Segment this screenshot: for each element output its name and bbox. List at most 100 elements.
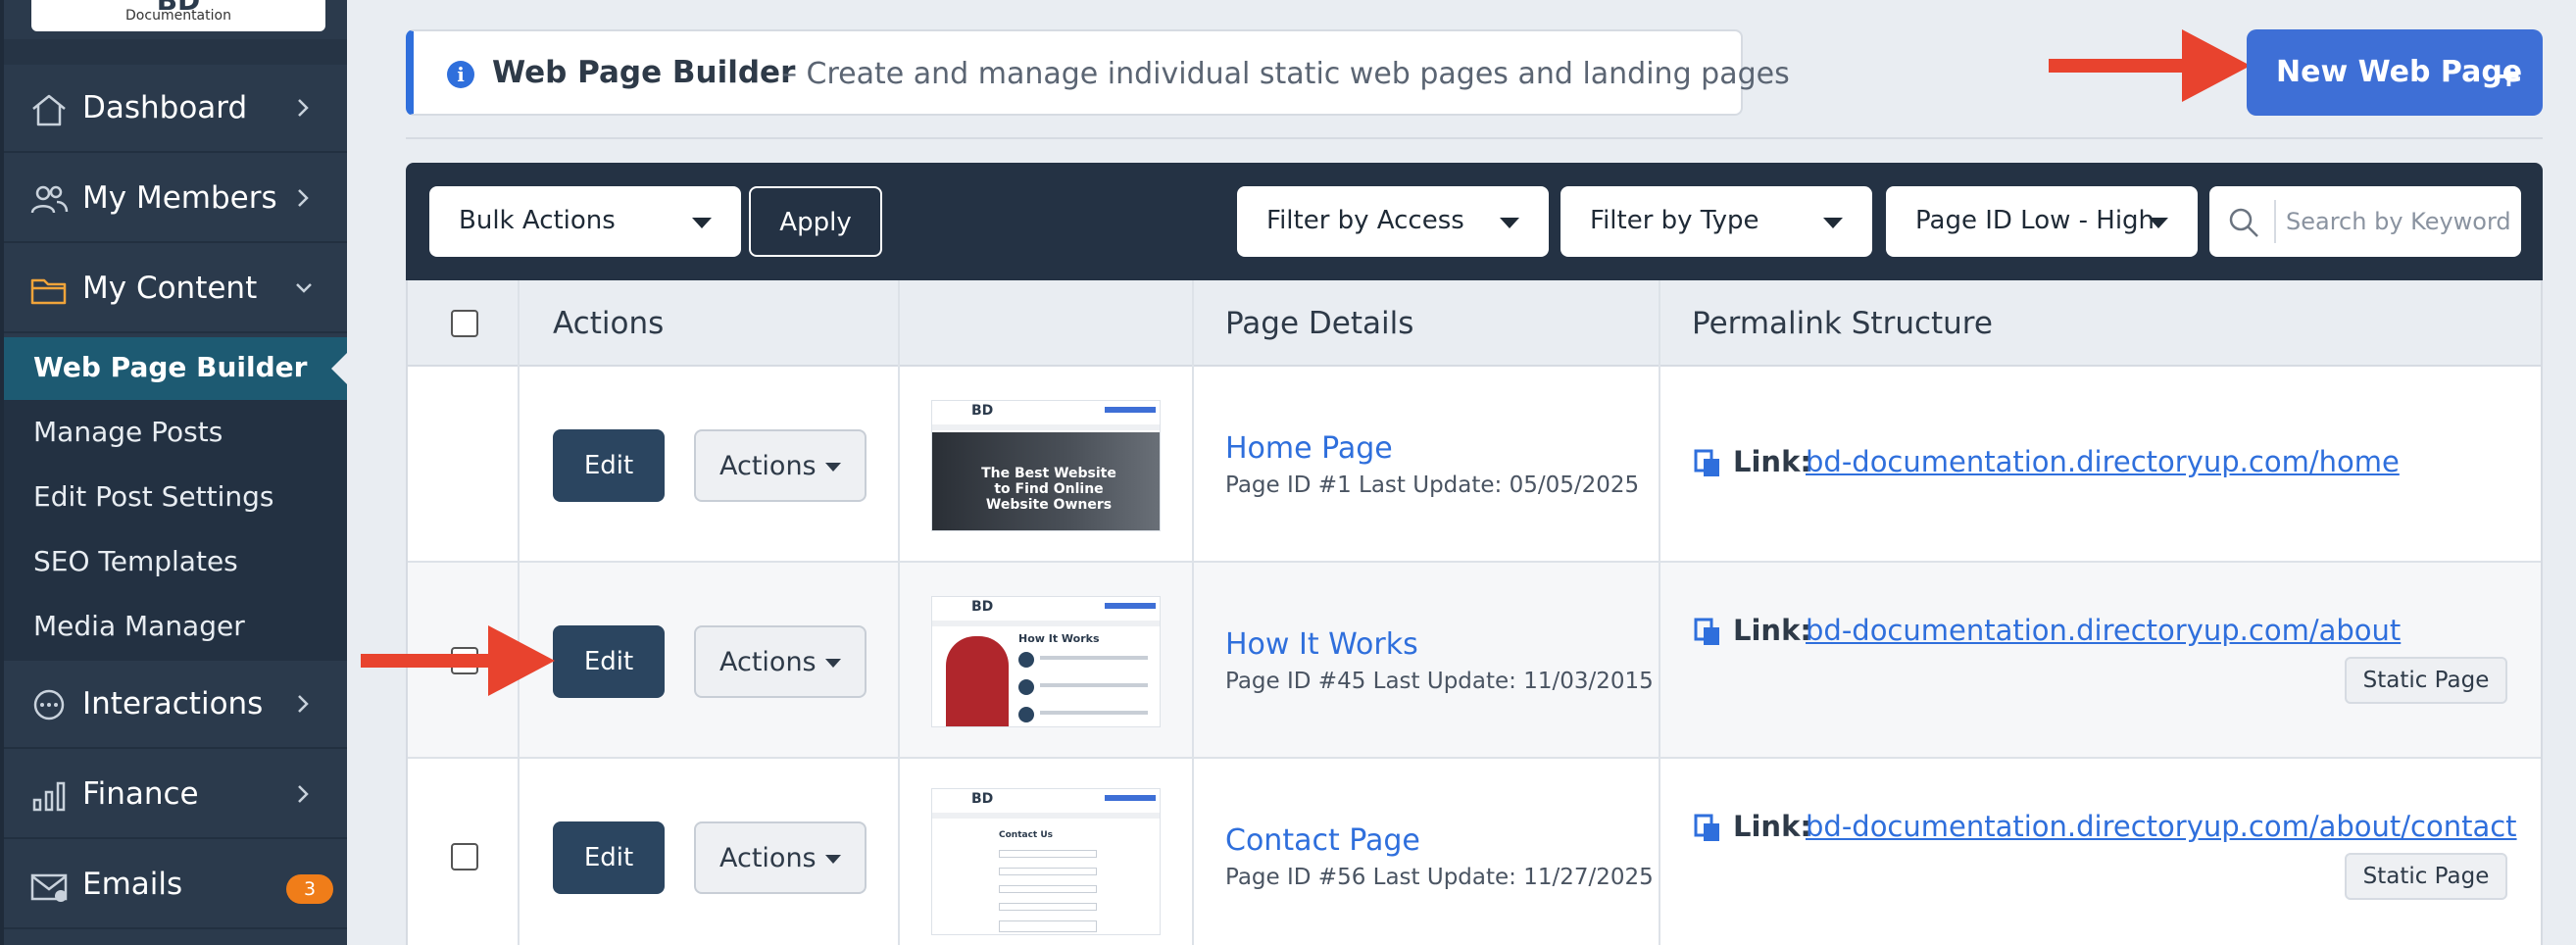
- page-title-link[interactable]: Contact Page: [1225, 823, 1420, 858]
- search-icon: [2227, 206, 2260, 239]
- sidebar-item-emails[interactable]: Emails 3: [4, 841, 347, 929]
- actions-dropdown[interactable]: Actions: [694, 625, 867, 698]
- chevron-right-icon: [294, 92, 314, 124]
- submenu-label: Edit Post Settings: [33, 480, 274, 513]
- edit-label: Edit: [583, 843, 634, 872]
- bar-chart-icon: [29, 778, 69, 814]
- info-banner: i Web Page Builder – Create and manage i…: [406, 29, 1790, 116]
- thumb-nav: [932, 424, 1160, 430]
- thumb-button: [1105, 603, 1156, 609]
- sidebar-item-my-members[interactable]: My Members: [4, 155, 347, 243]
- new-web-page-button[interactable]: New Web Page +: [2247, 29, 2543, 116]
- my-content-submenu: Web Page Builder Manage Posts Edit Post …: [4, 337, 349, 661]
- row-checkbox[interactable]: [451, 843, 478, 870]
- page-title: Web Page Builder: [492, 55, 796, 90]
- page-thumbnail[interactable]: BD The Best Website to Find Online Websi…: [931, 400, 1161, 531]
- caret-down-icon: [692, 218, 712, 228]
- thumb-button: [1105, 407, 1156, 413]
- emails-count-badge: 3: [286, 874, 333, 904]
- sidebar-item-label: My Members: [82, 180, 277, 216]
- submenu-web-page-builder[interactable]: Web Page Builder: [4, 337, 349, 400]
- logo-text: Documentation: [125, 8, 231, 24]
- edit-button[interactable]: Edit: [553, 821, 665, 894]
- page-meta: Page ID #45 Last Update: 11/03/2015: [1225, 669, 1654, 694]
- sort-select[interactable]: Page ID Low - High: [1886, 186, 2198, 257]
- page-title-link[interactable]: Home Page: [1225, 431, 1393, 466]
- submenu-manage-posts[interactable]: Manage Posts: [4, 402, 347, 465]
- thumb-button: [1105, 795, 1156, 801]
- thumb-nav: [932, 621, 1160, 626]
- filter-type-label: Filter by Type: [1590, 206, 1759, 235]
- column-header-actions: Actions: [553, 306, 665, 341]
- select-all-checkbox[interactable]: [451, 310, 478, 337]
- thumb-form-field: [999, 903, 1097, 911]
- page-title-link[interactable]: How It Works: [1225, 627, 1418, 662]
- thumb-heading: Contact Us: [999, 830, 1054, 840]
- thumb-form-field: [999, 920, 1097, 932]
- link-label: Link:: [1733, 810, 1811, 843]
- pages-table: Actions Page Details Permalink Structure…: [406, 280, 2543, 945]
- thumb-form-field: [999, 868, 1097, 875]
- caret-down-icon: [2149, 218, 2168, 228]
- thumb-text-line: [1040, 711, 1148, 715]
- actions-dropdown[interactable]: Actions: [694, 429, 867, 502]
- search-separator: [2274, 200, 2276, 243]
- thumb-text-line: [1040, 656, 1148, 660]
- edit-button[interactable]: Edit: [553, 429, 665, 502]
- column-header-permalink: Permalink Structure: [1692, 306, 1993, 341]
- caret-down-icon: [825, 855, 841, 864]
- sort-label: Page ID Low - High: [1915, 206, 2155, 235]
- thumb-nav: [932, 813, 1160, 819]
- caret-down-icon: [825, 463, 841, 472]
- thumb-logo: BD: [971, 403, 994, 419]
- submenu-seo-templates[interactable]: SEO Templates: [4, 531, 347, 594]
- table-header: Actions Page Details Permalink Structure: [408, 280, 2541, 367]
- chevron-down-icon: [294, 273, 314, 304]
- column-divider: [1192, 280, 1194, 945]
- page-thumbnail[interactable]: BD Contact Us: [931, 788, 1161, 935]
- submenu-label: SEO Templates: [33, 545, 238, 577]
- filter-type-select[interactable]: Filter by Type: [1560, 186, 1872, 257]
- search-input[interactable]: [2286, 202, 2511, 241]
- sidebar-item-interactions[interactable]: Interactions: [4, 661, 347, 749]
- sidebar-item-label: Dashboard: [82, 90, 248, 125]
- permalink-url[interactable]: bd-documentation.directoryup.com/home: [1806, 445, 2400, 478]
- page-thumbnail[interactable]: BD How It Works: [931, 596, 1161, 727]
- column-divider: [898, 280, 900, 945]
- users-icon: [29, 182, 69, 218]
- filter-access-select[interactable]: Filter by Access: [1237, 186, 1549, 257]
- thumb-heading: How It Works: [1018, 632, 1100, 645]
- submenu-edit-post-settings[interactable]: Edit Post Settings: [4, 467, 347, 529]
- submenu-label: Web Page Builder: [33, 351, 308, 383]
- submenu-media-manager[interactable]: Media Manager: [4, 596, 347, 659]
- edit-button[interactable]: Edit: [553, 625, 665, 698]
- thumb-hero: The Best Website to Find Online Website …: [932, 432, 1160, 530]
- sidebar-item-finance[interactable]: Finance: [4, 751, 347, 839]
- apply-label: Apply: [779, 208, 852, 237]
- link-label: Link:: [1733, 614, 1811, 647]
- thumb-form-field: [999, 850, 1097, 858]
- thumb-text-line: [1040, 683, 1148, 687]
- copy-link-icon[interactable]: [1694, 814, 1721, 843]
- chat-icon: [29, 688, 69, 723]
- column-divider: [518, 280, 520, 945]
- logo[interactable]: BD Documentation: [31, 0, 325, 31]
- info-icon: i: [447, 61, 474, 88]
- permalink-url[interactable]: bd-documentation.directoryup.com/about: [1806, 614, 2401, 647]
- bulk-actions-select[interactable]: Bulk Actions: [429, 186, 741, 257]
- column-header-page-details: Page Details: [1225, 306, 1414, 341]
- copy-link-icon[interactable]: [1694, 618, 1721, 647]
- sidebar-item-dashboard[interactable]: Dashboard: [4, 65, 347, 153]
- permalink-url[interactable]: bd-documentation.directoryup.com/about/c…: [1806, 810, 2517, 843]
- copy-link-icon[interactable]: [1694, 449, 1721, 478]
- thumb-step-icon: [1018, 652, 1034, 668]
- apply-button[interactable]: Apply: [749, 186, 882, 257]
- actions-label: Actions: [719, 451, 817, 481]
- actions-dropdown[interactable]: Actions: [694, 821, 867, 894]
- sidebar-item-label: Emails: [82, 867, 183, 902]
- sidebar-item-my-content[interactable]: My Content: [4, 245, 347, 333]
- thumb-step-icon: [1018, 707, 1034, 722]
- link-label: Link:: [1733, 445, 1811, 478]
- table-row: Edit Actions BD The Best Website to Find…: [408, 367, 2541, 563]
- chevron-right-icon: [294, 688, 314, 720]
